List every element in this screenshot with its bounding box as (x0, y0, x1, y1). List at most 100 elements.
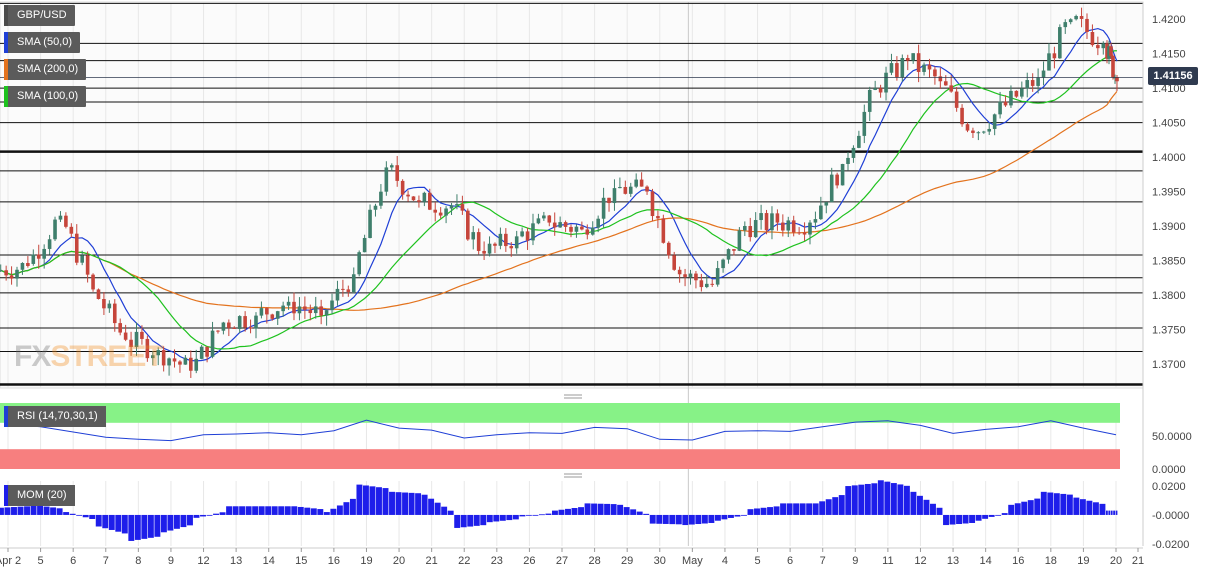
mom-bar (897, 484, 904, 515)
candle-body (433, 209, 438, 213)
candle-body (1009, 90, 1013, 106)
candle-body (487, 243, 492, 254)
mom-bar (930, 503, 936, 515)
candle-body (438, 212, 443, 216)
candle-body (699, 280, 704, 288)
mom-bar (773, 506, 780, 515)
candle-body (384, 167, 389, 192)
candle-body (753, 220, 758, 238)
mom-bar (806, 503, 813, 515)
candle-body (36, 254, 41, 259)
x-axis-label: 6 (70, 555, 76, 567)
mom-bar (538, 514, 545, 516)
legend-sma-50[interactable]: SMA (50,0) (4, 32, 81, 53)
mom-bar (69, 513, 76, 515)
mom-bar (858, 484, 865, 515)
legend-swatch (4, 86, 8, 107)
mom-axis-label: 0.0200 (1152, 481, 1186, 493)
legend-swatch (4, 485, 8, 506)
mom-bar (975, 514, 982, 521)
candle-body (976, 132, 981, 134)
mom-bar (714, 514, 721, 521)
last-price-tag: 1.41156 (1148, 67, 1198, 85)
mom-bar (884, 481, 891, 515)
x-axis-label: 19 (360, 555, 372, 567)
candle-body (15, 269, 19, 279)
rsi-label[interactable]: RSI (14,70,30,1) (4, 406, 106, 427)
mom-bar (4, 507, 11, 515)
mom-bar (434, 502, 441, 515)
candle-body (493, 243, 497, 246)
candle-body (1030, 80, 1035, 86)
mom-bar (382, 488, 389, 515)
legend-swatch (4, 406, 8, 427)
legend-swatch (4, 32, 8, 53)
candle-body (900, 58, 905, 78)
mom-bar (506, 514, 513, 521)
sma-200-label: SMA (200,0) (17, 63, 79, 75)
candle-body (455, 204, 459, 206)
mom-bar (962, 514, 969, 524)
x-axis-label: 13 (947, 555, 959, 567)
candle-body (954, 91, 959, 108)
logo-street: STREET (50, 340, 163, 373)
mom-bar (108, 514, 115, 530)
candle-body (878, 88, 883, 93)
candle-body (949, 85, 954, 92)
legend-sma-100[interactable]: SMA (100,0) (4, 86, 87, 107)
rsi-axis-label: 0.0000 (1152, 464, 1186, 476)
mom-bar (336, 505, 343, 515)
mom-bar (1115, 510, 1118, 515)
mom-bar (408, 492, 415, 515)
mom-bar (1001, 513, 1008, 515)
legend-symbol[interactable]: GBP/USD (4, 5, 75, 26)
rsi-oversold-zone (0, 449, 1120, 469)
x-axis-label: 16 (328, 555, 340, 567)
mom-bar (389, 491, 395, 515)
candle-body (1003, 101, 1008, 106)
mom-bar (115, 514, 122, 532)
candle-body (791, 220, 796, 233)
mom-bar (1108, 510, 1111, 515)
x-axis-label: 20 (393, 555, 405, 567)
mom-bar (206, 514, 213, 516)
mom-label[interactable]: MOM (20) (4, 485, 75, 506)
candle-body (319, 306, 323, 316)
mom-bar (838, 495, 845, 515)
price-axis-label: 1.4050 (1152, 118, 1186, 130)
candle-body (992, 114, 997, 129)
mom-bar (95, 514, 102, 527)
candle-body (178, 361, 182, 365)
candle-body (661, 218, 666, 243)
candle-body (422, 192, 427, 202)
candle-body (542, 215, 546, 219)
candle-body (1079, 16, 1084, 19)
x-axis-label: 6 (787, 555, 793, 567)
candle-body (351, 274, 356, 292)
x-axis-label: May (682, 555, 703, 567)
candle-body (601, 197, 606, 219)
mom-bar (741, 514, 747, 516)
x-axis-label: 7 (103, 555, 109, 567)
mom-bar (499, 514, 506, 521)
mom-bar (662, 514, 669, 524)
mom-bar (50, 507, 57, 515)
mom-bar (278, 506, 285, 515)
mom-bar (845, 486, 852, 515)
candle-body (205, 346, 209, 357)
candle-body (1047, 53, 1051, 71)
mom-bar (571, 508, 578, 515)
mom-bar (486, 514, 493, 523)
candle-body (639, 179, 644, 187)
candle-body (743, 226, 747, 231)
mom-bar (988, 514, 995, 517)
legend-sma-200[interactable]: SMA (200,0) (4, 59, 87, 80)
candle-body (330, 300, 334, 311)
mom-bar (187, 514, 193, 526)
candle-body (960, 107, 964, 125)
candle-body (237, 316, 242, 329)
mom-bar (558, 509, 565, 515)
mom-bar (916, 495, 923, 515)
mom-bar (995, 514, 1002, 516)
candle-body (313, 306, 318, 314)
